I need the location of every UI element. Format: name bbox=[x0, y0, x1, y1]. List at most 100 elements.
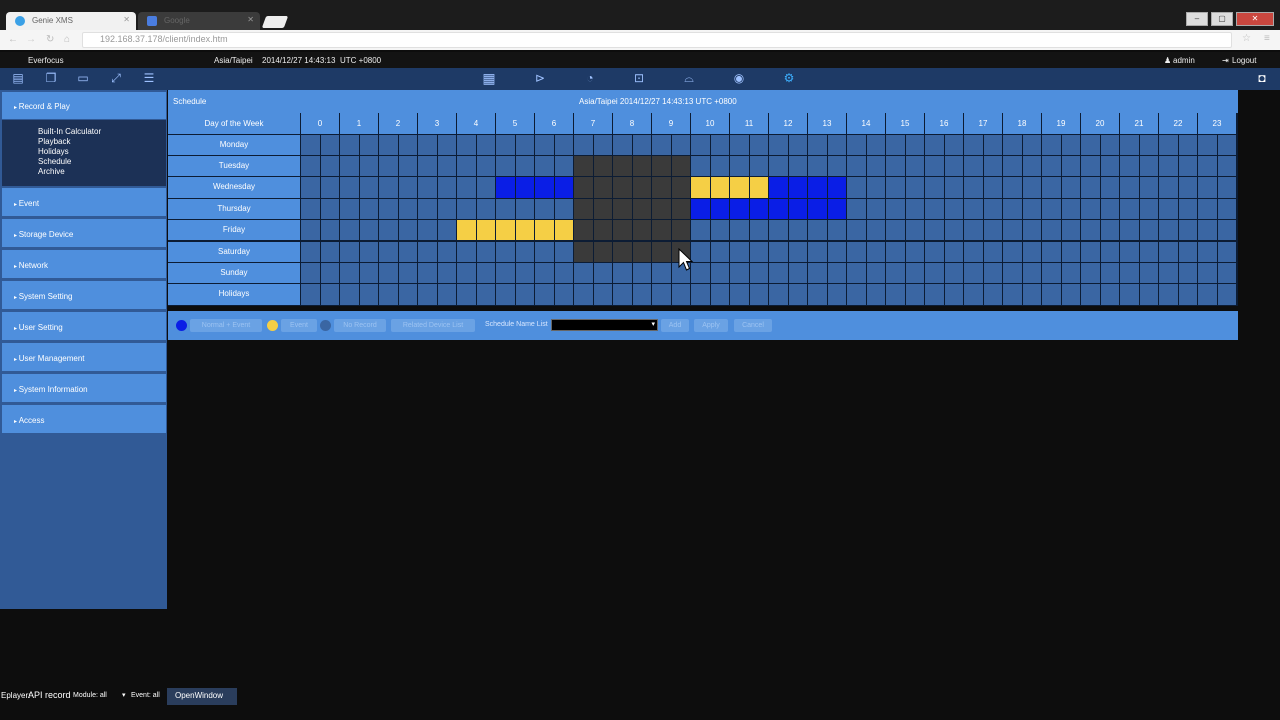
no-record-button[interactable]: No Record bbox=[334, 319, 386, 332]
schedule-cell-empty[interactable] bbox=[769, 155, 788, 177]
schedule-cell-empty[interactable] bbox=[730, 134, 749, 155]
schedule-cell-empty[interactable] bbox=[925, 262, 944, 284]
schedule-cell-empty[interactable] bbox=[1217, 198, 1236, 220]
schedule-cell-empty[interactable] bbox=[1061, 284, 1080, 305]
schedule-cell-empty[interactable] bbox=[496, 198, 515, 220]
schedule-cell-empty[interactable] bbox=[944, 134, 963, 155]
schedule-cell-selected[interactable] bbox=[613, 241, 632, 262]
schedule-cell-empty[interactable] bbox=[359, 177, 378, 198]
schedule-cell-empty[interactable] bbox=[301, 220, 320, 241]
schedule-cell-empty[interactable] bbox=[320, 241, 339, 262]
schedule-cell-empty[interactable] bbox=[827, 155, 846, 177]
schedule-cell-empty[interactable] bbox=[710, 220, 729, 241]
schedule-cell-empty[interactable] bbox=[457, 198, 476, 220]
settings-gear-icon[interactable]: ⚙ bbox=[782, 71, 796, 85]
schedule-cell-empty[interactable] bbox=[1139, 262, 1158, 284]
open-window-button[interactable]: OpenWindow bbox=[167, 688, 237, 705]
submenu-item-schedule[interactable]: Schedule bbox=[38, 157, 71, 166]
hour-header[interactable]: 1 bbox=[340, 113, 378, 134]
schedule-cell-empty[interactable] bbox=[1217, 284, 1236, 305]
schedule-cell-empty[interactable] bbox=[983, 134, 1002, 155]
schedule-cell-empty[interactable] bbox=[1159, 198, 1178, 220]
maximize-window-button[interactable]: ▢ bbox=[1211, 12, 1233, 26]
schedule-cell-empty[interactable] bbox=[1139, 241, 1158, 262]
schedule-cell-empty[interactable] bbox=[1042, 134, 1061, 155]
schedule-cell-normal_event[interactable] bbox=[827, 177, 846, 198]
schedule-cell-selected[interactable] bbox=[574, 241, 593, 262]
url-field[interactable] bbox=[82, 32, 1232, 48]
hour-header[interactable]: 15 bbox=[886, 113, 924, 134]
schedule-cell-empty[interactable] bbox=[905, 155, 924, 177]
schedule-cell-empty[interactable] bbox=[418, 177, 437, 198]
schedule-cell-empty[interactable] bbox=[398, 134, 417, 155]
sidebar-item-system-setting[interactable]: ▸ System Setting bbox=[2, 281, 166, 309]
schedule-cell-empty[interactable] bbox=[496, 284, 515, 305]
schedule-cell-empty[interactable] bbox=[944, 220, 963, 241]
menu-toggle-icon[interactable]: ▤ bbox=[11, 71, 25, 85]
day-label[interactable]: Sunday bbox=[168, 262, 300, 284]
schedule-cell-empty[interactable] bbox=[1100, 198, 1119, 220]
hour-header[interactable]: 9 bbox=[652, 113, 690, 134]
schedule-cell-empty[interactable] bbox=[476, 134, 495, 155]
home-icon[interactable]: ⌂ bbox=[64, 34, 70, 45]
schedule-cell-empty[interactable] bbox=[398, 262, 417, 284]
schedule-cell-empty[interactable] bbox=[1198, 134, 1217, 155]
schedule-cell-empty[interactable] bbox=[457, 134, 476, 155]
schedule-cell-empty[interactable] bbox=[398, 198, 417, 220]
schedule-cell-empty[interactable] bbox=[1100, 241, 1119, 262]
close-tab-icon[interactable]: ✕ bbox=[123, 15, 130, 24]
schedule-cell-empty[interactable] bbox=[886, 262, 905, 284]
event-filter[interactable]: Event: all bbox=[131, 692, 160, 699]
schedule-cell-empty[interactable] bbox=[788, 134, 807, 155]
schedule-cell-empty[interactable] bbox=[964, 284, 983, 305]
schedule-cell-empty[interactable] bbox=[379, 134, 398, 155]
schedule-cell-empty[interactable] bbox=[808, 241, 827, 262]
apply-button[interactable]: Apply bbox=[694, 319, 728, 332]
schedule-cell-empty[interactable] bbox=[749, 284, 768, 305]
schedule-cell-empty[interactable] bbox=[593, 284, 612, 305]
schedule-cell-empty[interactable] bbox=[574, 262, 593, 284]
schedule-cell-selected[interactable] bbox=[632, 177, 651, 198]
normal-event-button[interactable]: Normal + Event bbox=[190, 319, 262, 332]
schedule-cell-empty[interactable] bbox=[1159, 177, 1178, 198]
schedule-cell-empty[interactable] bbox=[535, 198, 554, 220]
browser-tab[interactable]: Google ✕ bbox=[138, 12, 260, 30]
schedule-cell-selected[interactable] bbox=[574, 220, 593, 241]
schedule-cell-empty[interactable] bbox=[301, 241, 320, 262]
schedule-cell-empty[interactable] bbox=[340, 241, 359, 262]
schedule-cell-event[interactable] bbox=[554, 220, 573, 241]
schedule-cell-empty[interactable] bbox=[769, 134, 788, 155]
schedule-cell-empty[interactable] bbox=[1003, 220, 1022, 241]
hour-header[interactable]: 5 bbox=[496, 113, 534, 134]
schedule-cell-empty[interactable] bbox=[379, 262, 398, 284]
schedule-cell-empty[interactable] bbox=[1159, 220, 1178, 241]
schedule-cell-empty[interactable] bbox=[1178, 241, 1197, 262]
schedule-cell-empty[interactable] bbox=[1198, 220, 1217, 241]
schedule-cell-empty[interactable] bbox=[1081, 220, 1100, 241]
schedule-cell-empty[interactable] bbox=[769, 284, 788, 305]
schedule-cell-empty[interactable] bbox=[710, 241, 729, 262]
schedule-cell-empty[interactable] bbox=[398, 220, 417, 241]
schedule-cell-empty[interactable] bbox=[379, 198, 398, 220]
schedule-cell-empty[interactable] bbox=[1198, 284, 1217, 305]
schedule-cell-empty[interactable] bbox=[964, 155, 983, 177]
day-label[interactable]: Saturday bbox=[168, 241, 300, 262]
schedule-cell-empty[interactable] bbox=[1217, 241, 1236, 262]
hour-header[interactable]: 4 bbox=[457, 113, 495, 134]
schedule-cell-empty[interactable] bbox=[710, 284, 729, 305]
schedule-cell-empty[interactable] bbox=[340, 155, 359, 177]
schedule-cell-empty[interactable] bbox=[847, 241, 866, 262]
schedule-cell-empty[interactable] bbox=[1139, 284, 1158, 305]
schedule-cell-empty[interactable] bbox=[1198, 262, 1217, 284]
bookmark-star-icon[interactable]: ☆ bbox=[1242, 33, 1251, 44]
schedule-cell-empty[interactable] bbox=[788, 284, 807, 305]
schedule-cell-empty[interactable] bbox=[886, 220, 905, 241]
event-swatch[interactable] bbox=[267, 320, 278, 331]
schedule-cell-empty[interactable] bbox=[769, 262, 788, 284]
add-button[interactable]: Add bbox=[661, 319, 689, 332]
schedule-cell-normal_event[interactable] bbox=[788, 177, 807, 198]
related-device-list-button[interactable]: Related Device List bbox=[391, 319, 475, 332]
schedule-cell-empty[interactable] bbox=[359, 198, 378, 220]
export-icon[interactable]: ⊡ bbox=[632, 71, 646, 85]
schedule-cell-empty[interactable] bbox=[1217, 177, 1236, 198]
